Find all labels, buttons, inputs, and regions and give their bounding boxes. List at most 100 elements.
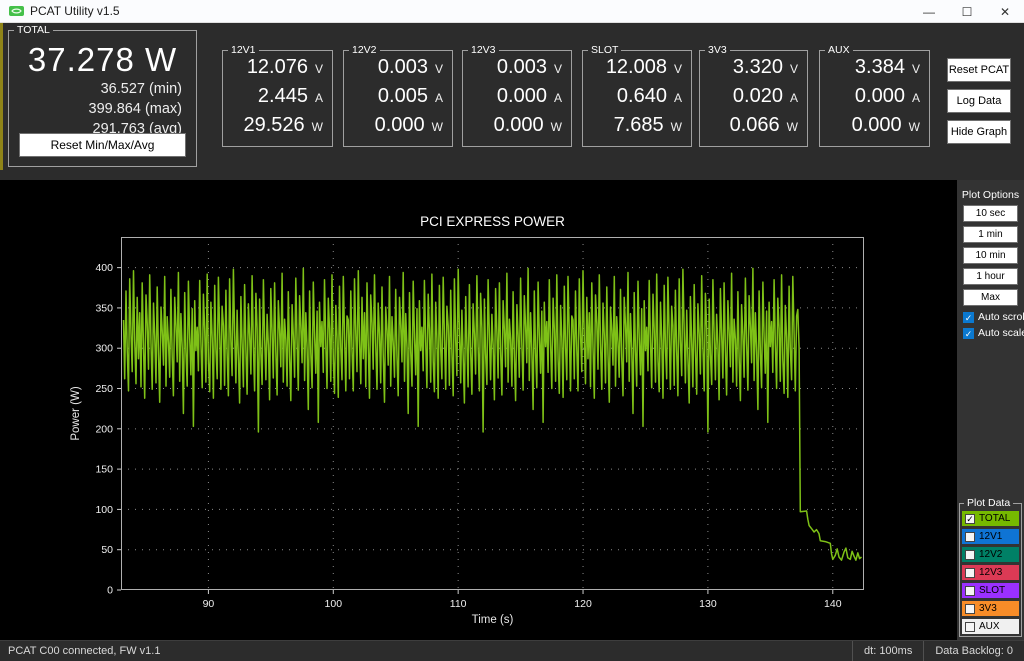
log-data-button[interactable]: Log Data	[947, 89, 1011, 113]
svg-text:250: 250	[95, 383, 113, 395]
svg-text:300: 300	[95, 343, 113, 355]
checkbox-unchecked-icon[interactable]	[965, 603, 975, 614]
unit-volts: V	[553, 62, 562, 76]
svg-text:90: 90	[203, 598, 215, 610]
unit-watts: W	[311, 120, 323, 134]
range-1hour-button[interactable]: 1 hour	[963, 268, 1018, 285]
plot-data-item-slot[interactable]: SLOT	[962, 583, 1019, 598]
rail-power: 0.066	[729, 114, 780, 136]
unit-amps: A	[789, 91, 798, 105]
total-groupbox: TOTAL 37.278 W 36.527 (min) 399.864 (max…	[8, 24, 197, 167]
plot-sidebar: Plot Options 10 sec 1 min 10 min 1 hour …	[957, 180, 1024, 640]
data-backlog: Data Backlog: 0	[923, 641, 1024, 661]
rail-voltage: 0.003	[496, 56, 547, 78]
unit-amps: A	[553, 91, 562, 105]
maximize-button[interactable]: ☐	[948, 0, 986, 23]
total-power-value: 37.278 W	[27, 41, 178, 78]
close-button[interactable]: ✕	[986, 0, 1024, 23]
rail-power: 0.000	[493, 114, 544, 136]
plot-data-item-12v3[interactable]: 12V3	[962, 565, 1019, 580]
total-power-series-line	[122, 267, 862, 561]
rail-current: 0.000	[496, 85, 547, 107]
plot-data-item-label: 12V1	[979, 531, 1003, 542]
checkbox-unchecked-icon[interactable]	[965, 585, 975, 596]
rail-voltage: 12.076	[246, 56, 308, 78]
rail-label: 12V2	[349, 44, 380, 57]
checkbox-checked-icon: ✓	[963, 327, 974, 339]
plot-data-item-label: AUX	[979, 621, 1000, 632]
rail-current: 0.640	[616, 85, 667, 107]
checkbox-checked-icon: ✓	[963, 311, 974, 323]
svg-text:100: 100	[325, 598, 343, 610]
auto-scale-checkbox[interactable]: ✓ Auto scale	[963, 327, 1024, 339]
svg-text:120: 120	[574, 598, 592, 610]
hide-graph-button[interactable]: Hide Graph	[947, 120, 1011, 144]
rail-groupbox-slot: SLOT 12.008 V 0.640 A 7.685 W	[582, 44, 692, 147]
svg-text:130: 130	[699, 598, 717, 610]
plot-data-item-3v3[interactable]: 3V3	[962, 601, 1019, 616]
status-bar: PCAT C00 connected, FW v1.1 dt: 100ms Da…	[0, 640, 1024, 661]
unit-volts: V	[434, 62, 443, 76]
rail-current: 2.445	[257, 85, 308, 107]
svg-text:0: 0	[107, 585, 113, 597]
rail-groupbox-12v1: 12V1 12.076 V 2.445 A 29.526 W	[222, 44, 333, 147]
rail-power: 7.685	[613, 114, 664, 136]
checkbox-unchecked-icon[interactable]	[965, 621, 975, 632]
plot-data-item-total[interactable]: ✓ TOTAL	[962, 511, 1019, 526]
rail-label: AUX	[825, 44, 853, 57]
rail-groupbox-12v2: 12V2 0.003 V 0.005 A 0.000 W	[343, 44, 453, 147]
unit-watts: W	[431, 120, 443, 134]
minimize-button[interactable]: —	[910, 0, 948, 23]
plot-data-groupbox: Plot Data ✓ TOTAL 12V1 12V2 12V3 SLOT 3V3 AUX	[959, 497, 1022, 637]
checkbox-unchecked-icon[interactable]	[965, 549, 975, 560]
plot-data-item-label: 12V3	[979, 567, 1003, 578]
plot-data-item-12v1[interactable]: 12V1	[962, 529, 1019, 544]
svg-text:100: 100	[95, 504, 113, 516]
plot-data-item-aux[interactable]: AUX	[962, 619, 1019, 634]
unit-amps: A	[673, 91, 682, 105]
range-10min-button[interactable]: 10 min	[963, 247, 1018, 264]
rail-voltage: 3.384	[854, 56, 905, 78]
app-icon	[9, 6, 24, 16]
rail-groupbox-12v3: 12V3 0.003 V 0.000 A 0.000 W	[462, 44, 572, 147]
rail-voltage: 3.320	[732, 56, 783, 78]
reset-pcat-button[interactable]: Reset PCAT	[947, 58, 1011, 82]
plot-data-rows: ✓ TOTAL 12V1 12V2 12V3 SLOT 3V3 AUX	[962, 511, 1019, 637]
rail-label: 12V1	[228, 44, 259, 57]
plot-data-item-12v2[interactable]: 12V2	[962, 547, 1019, 562]
unit-amps: A	[911, 91, 920, 105]
svg-text:150: 150	[95, 464, 113, 476]
unit-volts: V	[314, 62, 323, 76]
checkbox-unchecked-icon[interactable]	[965, 531, 975, 542]
unit-volts: V	[789, 62, 798, 76]
rail-power: 0.000	[851, 114, 902, 136]
measurement-panel: TOTAL 37.278 W 36.527 (min) 399.864 (max…	[0, 23, 1024, 180]
svg-text:50: 50	[101, 544, 113, 556]
range-10sec-button[interactable]: 10 sec	[963, 205, 1018, 222]
svg-text:110: 110	[450, 598, 467, 610]
rail-power: 0.000	[374, 114, 425, 136]
window-title: PCAT Utility v1.5	[30, 4, 120, 18]
plot-data-label: Plot Data	[964, 497, 1014, 510]
range-max-button[interactable]: Max	[963, 289, 1018, 306]
chart-region: 90 100 110 120 130 140 0 50 100 150 200 250 300 350 40…	[0, 180, 957, 640]
chart-title: PCI EXPRESS POWER	[420, 214, 565, 229]
plot-data-item-label: TOTAL	[979, 513, 1011, 524]
checkbox-checked-icon[interactable]: ✓	[965, 513, 975, 524]
checkbox-unchecked-icon[interactable]	[965, 567, 975, 578]
rail-current: 0.005	[377, 85, 428, 107]
plot-data-item-label: 3V3	[979, 603, 997, 614]
unit-amps: A	[434, 91, 443, 105]
reset-minmaxavg-button[interactable]: Reset Min/Max/Avg	[19, 133, 186, 157]
rail-power: 29.526	[243, 114, 305, 136]
unit-watts: W	[908, 120, 920, 134]
rail-current: 0.000	[854, 85, 905, 107]
x-axis-label: Time (s)	[472, 614, 514, 626]
plot-data-item-label: SLOT	[979, 585, 1006, 596]
pci-express-power-chart: 90 100 110 120 130 140 0 50 100 150 200 250 300 350 40…	[70, 214, 864, 626]
total-min-value: 36.527 (min)	[100, 81, 182, 97]
auto-scroll-checkbox[interactable]: ✓ Auto scroll	[963, 311, 1024, 323]
rail-voltage: 0.003	[377, 56, 428, 78]
range-1min-button[interactable]: 1 min	[963, 226, 1018, 243]
rail-current: 0.020	[732, 85, 783, 107]
